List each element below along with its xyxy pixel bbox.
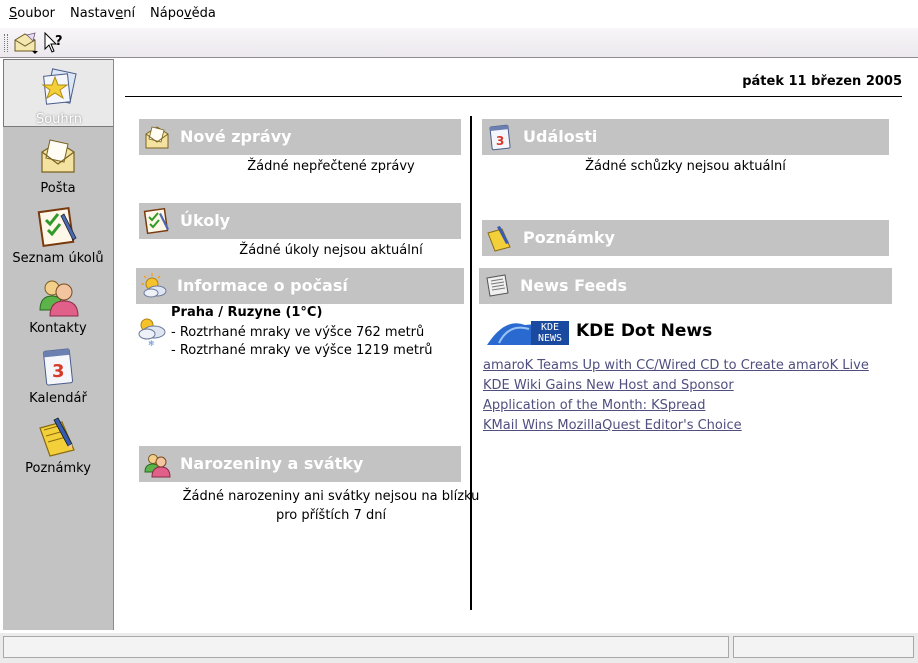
sidebar-item-label: Seznam úkolů xyxy=(12,251,104,266)
menu-settings[interactable]: Nastavení xyxy=(70,6,135,21)
todo-panel-title: Úkoly xyxy=(180,211,231,230)
todo-icon xyxy=(143,207,169,235)
sidebar-item-label: Kalendář xyxy=(29,391,87,406)
weather-panel-header[interactable]: Informace o počasí xyxy=(136,268,464,304)
news-panel-header[interactable]: News Feeds xyxy=(479,268,892,304)
weather-line: - Roztrhané mraky ve výšce 1219 metrů xyxy=(171,343,433,358)
menu-settings-text-b: ní xyxy=(123,6,136,21)
news-link[interactable]: amaroK Teams Up with CC/Wired CD to Crea… xyxy=(483,358,869,373)
notes-panel-header[interactable]: Poznámky xyxy=(482,220,889,256)
feed-title: KDE Dot News xyxy=(576,321,713,341)
sidebar-item-calendar[interactable]: 3 Kalendář xyxy=(3,339,113,407)
summary-icon xyxy=(41,68,77,105)
birthdays-panel-header[interactable]: Narozeniny a svátky xyxy=(139,446,461,482)
menu-file[interactable]: Soubor xyxy=(9,6,55,21)
notes-icon xyxy=(39,417,75,457)
events-panel-title: Události xyxy=(523,127,598,146)
todo-panel-text: Žádné úkoly nejsou aktuální xyxy=(239,243,423,258)
menu-settings-text-a: Nastav xyxy=(70,6,116,21)
kde-news-logo-text: KDE NEWS xyxy=(537,322,563,344)
birthdays-panel-title: Narozeniny a svátky xyxy=(180,454,364,473)
new-message-button[interactable] xyxy=(13,31,41,55)
status-secondary-area xyxy=(733,636,914,658)
menu-bar: Soubor Nastavení Nápověda xyxy=(0,0,918,28)
calendar-icon: 3 xyxy=(489,124,511,151)
whats-this-icon: ? xyxy=(44,31,63,53)
todo-icon xyxy=(37,206,77,248)
weather-line: - Roztrhané mraky ve výšce 762 metrů xyxy=(171,325,425,340)
news-link[interactable]: Application of the Month: KSpread xyxy=(483,398,705,413)
notes-icon xyxy=(487,226,511,252)
events-panel-header[interactable]: 3 Události xyxy=(482,119,889,155)
weather-location: Praha / Ruzyne (1°C) xyxy=(171,305,323,320)
sidebar-item-label: Kontakty xyxy=(29,321,87,336)
new-message-icon xyxy=(14,32,38,54)
sidebar-item-notes[interactable]: Poznámky xyxy=(3,409,113,477)
sidebar-item-mail[interactable]: Pošta xyxy=(3,129,113,197)
menu-help-text-a: Nápo xyxy=(150,6,184,21)
todo-panel-header[interactable]: Úkoly xyxy=(139,203,461,239)
column-divider xyxy=(470,116,472,610)
kde-news-logo: KDE NEWS xyxy=(485,315,571,349)
sidebar-item-todo[interactable]: Seznam úkolů xyxy=(3,199,113,267)
sidebar-item-label: Souhrn xyxy=(35,112,83,127)
whats-this-button[interactable]: ? xyxy=(43,31,65,55)
calendar-icon-number: 3 xyxy=(496,134,504,148)
weather-icon xyxy=(141,273,167,298)
contacts-icon xyxy=(144,454,171,478)
notes-panel-title: Poznámky xyxy=(523,228,615,247)
news-link[interactable]: KDE Wiki Gains New Host and Sponsor xyxy=(483,378,734,393)
toolbar-grip[interactable] xyxy=(4,34,8,52)
svg-text:?: ? xyxy=(55,34,63,49)
events-panel-text: Žádné schůzky nejsou aktuální xyxy=(585,159,786,174)
contacts-icon xyxy=(39,280,79,317)
summary-view: pátek 11 březen 2005 Nové zprávy Žádné n… xyxy=(116,59,916,630)
menu-help-text-b: ěda xyxy=(191,6,216,21)
weather-condition-icon: ❄ xyxy=(138,318,166,347)
menu-file-text-b: oubor xyxy=(17,6,56,21)
status-message-area xyxy=(3,636,729,658)
news-panel-title: News Feeds xyxy=(520,276,628,295)
menu-help-mnemonic: v xyxy=(183,6,192,21)
current-date: pátek 11 březen 2005 xyxy=(742,74,902,89)
mail-icon xyxy=(41,139,75,173)
mail-panel-title: Nové zprávy xyxy=(180,127,292,146)
status-bar xyxy=(0,633,918,663)
toolbar: ? xyxy=(0,28,918,58)
birthdays-panel-text: Žádné narozeniny ani svátky nejsou na bl… xyxy=(182,489,480,504)
birthdays-panel-text: pro příštích 7 dní xyxy=(275,508,387,523)
mail-panel-text: Žádné nepřečtené zprávy xyxy=(247,159,415,174)
mail-panel-header[interactable]: Nové zprávy xyxy=(139,119,461,155)
calendar-icon: 3 xyxy=(42,348,74,386)
date-divider xyxy=(125,96,902,97)
newspaper-icon xyxy=(486,274,509,297)
calendar-icon-number: 3 xyxy=(52,361,65,382)
sidebar-item-summary[interactable]: Souhrn xyxy=(3,59,113,127)
svg-text:❄: ❄ xyxy=(148,339,155,347)
mail-icon xyxy=(145,126,169,149)
sidebar-item-contacts[interactable]: Kontakty xyxy=(3,269,113,337)
weather-panel-title: Informace o počasí xyxy=(177,276,348,295)
sidebar-item-label: Poznámky xyxy=(25,461,91,476)
sidebar-item-label: Pošta xyxy=(40,181,76,196)
news-link[interactable]: KMail Wins MozillaQuest Editor's Choice xyxy=(483,418,742,433)
sidebar: Souhrn Pošta Seznam úkolů Kontakty 3 Kal… xyxy=(3,59,114,630)
menu-help[interactable]: Nápověda xyxy=(150,6,216,21)
